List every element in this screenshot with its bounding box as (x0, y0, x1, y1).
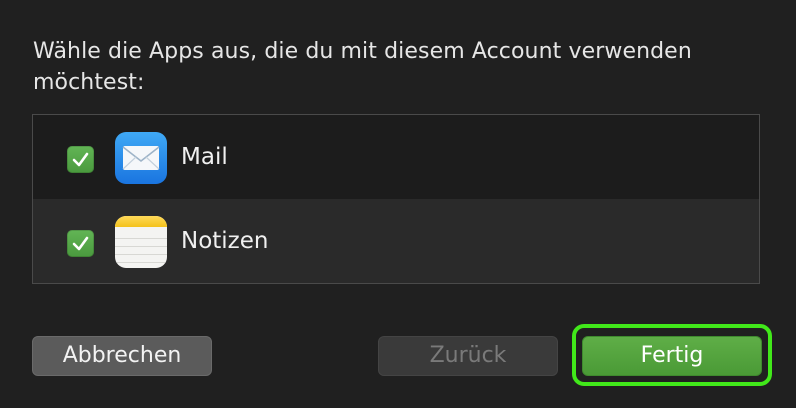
app-list: Mail Notizen (32, 114, 760, 284)
cancel-button[interactable]: Abbrechen (32, 336, 212, 376)
back-button: Zurück (378, 336, 558, 376)
checkmark-icon (72, 152, 89, 167)
mail-icon (115, 132, 167, 184)
list-item-mail[interactable]: Mail (33, 115, 759, 199)
dialog-prompt: Wähle die Apps aus, die du mit diesem Ac… (33, 39, 692, 95)
notes-icon (115, 216, 167, 268)
notes-checkbox[interactable] (67, 230, 94, 257)
account-apps-dialog: Wähle die Apps aus, die du mit diesem Ac… (0, 0, 796, 408)
done-button[interactable]: Fertig (582, 336, 762, 376)
mail-checkbox[interactable] (67, 146, 94, 173)
app-label-notes: Notizen (181, 228, 269, 254)
checkmark-icon (72, 236, 89, 251)
list-item-notes[interactable]: Notizen (33, 199, 759, 283)
app-label-mail: Mail (181, 144, 228, 170)
